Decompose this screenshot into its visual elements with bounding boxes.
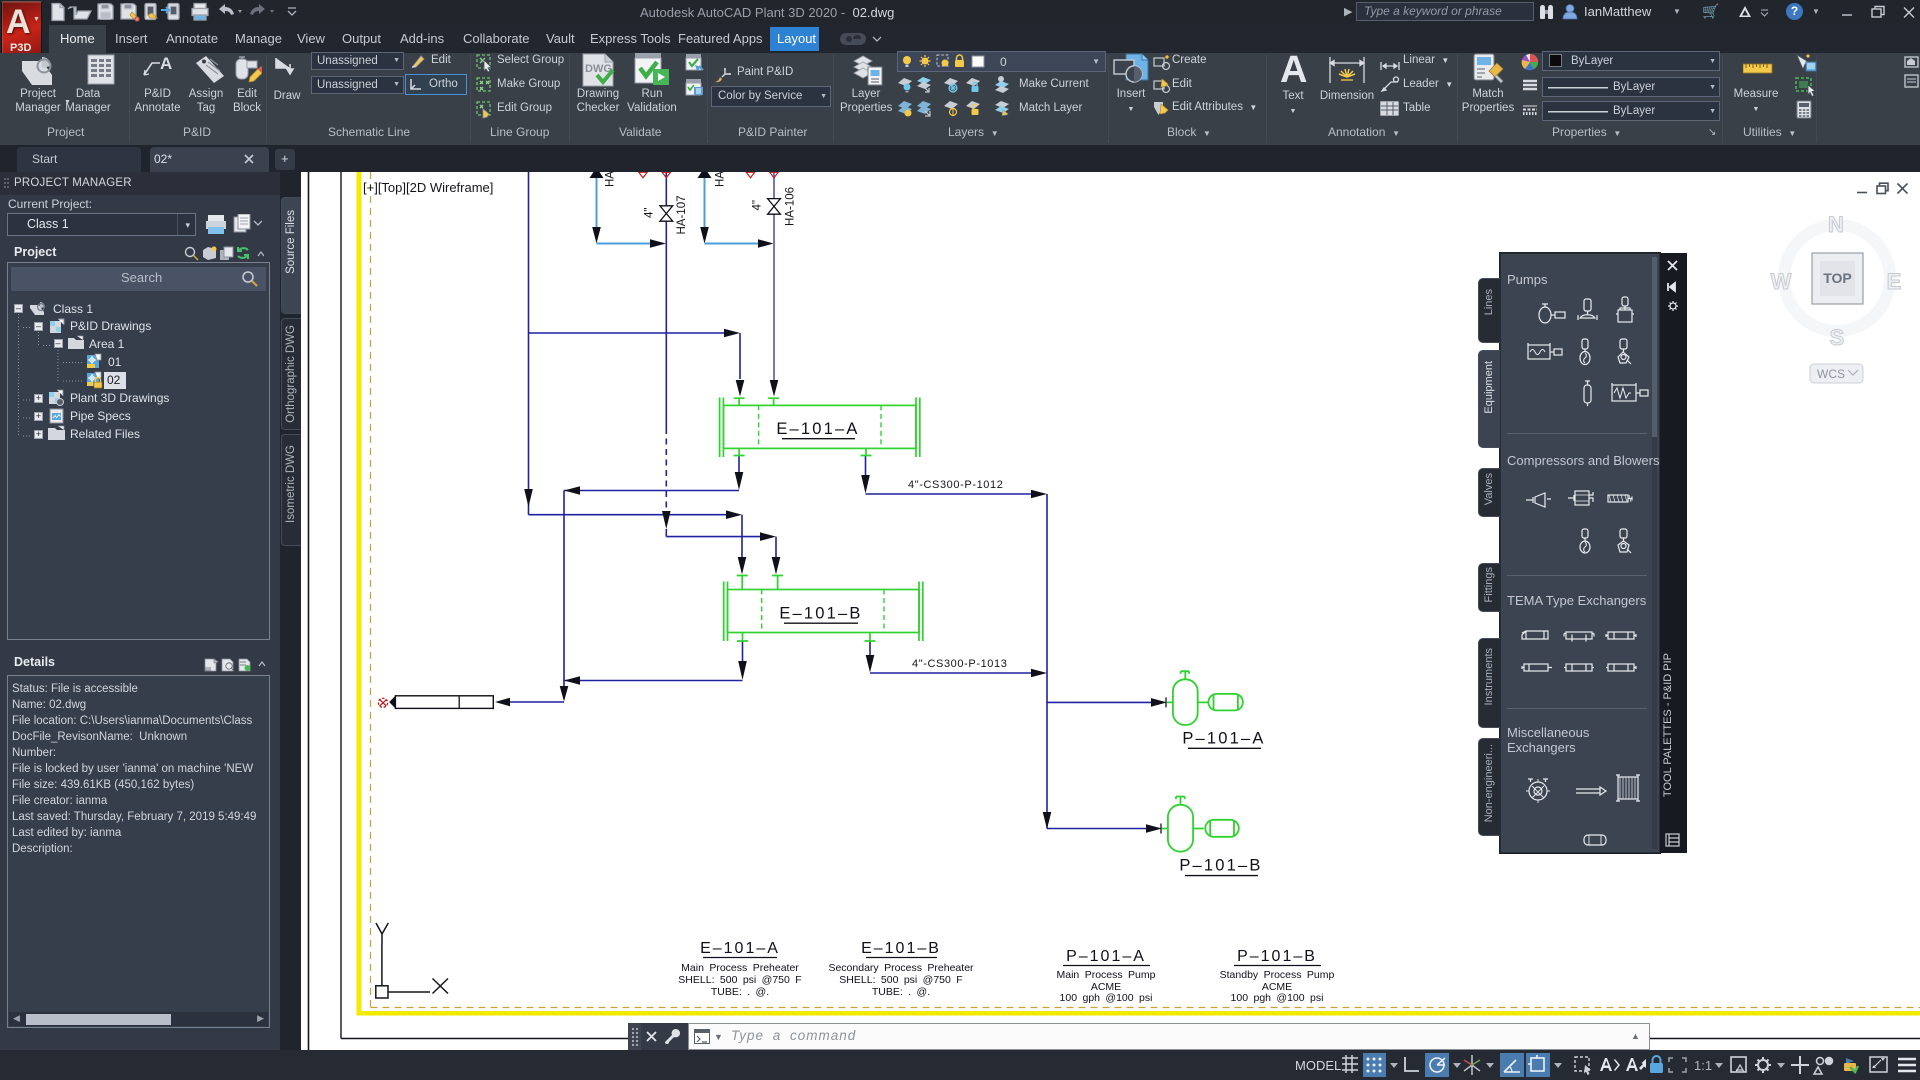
svg-text:E: E	[1887, 269, 1902, 294]
svg-text:A: A	[160, 54, 172, 73]
svg-text:Secondary Process Preheater: Secondary Process Preheater	[828, 962, 974, 974]
svg-text:4": 4"	[752, 200, 764, 210]
svg-text:E–101–B: E–101–B	[861, 940, 941, 957]
svg-text:[+][Top][2D Wireframe]: [+][Top][2D Wireframe]	[363, 180, 493, 195]
svg-text:SHELL: 500 psi @750 F: SHELL: 500 psi @750 F	[839, 974, 962, 986]
svg-text:HA: HA	[605, 172, 617, 187]
svg-text:4"-CS300-P-1013: 4"-CS300-P-1013	[912, 658, 1007, 670]
svg-text:Main Process Preheater: Main Process Preheater	[681, 962, 799, 974]
svg-text:HA: HA	[715, 172, 727, 187]
svg-text:P–101–B: P–101–B	[1179, 857, 1262, 875]
svg-text:SHELL: 500 psi @750 F: SHELL: 500 psi @750 F	[678, 974, 801, 986]
svg-text:N: N	[1828, 212, 1844, 237]
svg-text:E–101–A: E–101–A	[776, 420, 859, 438]
svg-text:100 pgh @100 psi: 100 pgh @100 psi	[1231, 992, 1324, 1004]
svg-text:Main Process Pump: Main Process Pump	[1057, 969, 1156, 981]
svg-text:4"-CS300-P-1012: 4"-CS300-P-1012	[908, 479, 1003, 491]
svg-text:HA-107: HA-107	[676, 196, 688, 235]
svg-text:E–101–A: E–101–A	[700, 940, 780, 957]
svg-text:1:1: 1:1	[1694, 1058, 1712, 1073]
svg-text:Standby Process Pump: Standby Process Pump	[1220, 969, 1335, 981]
svg-text:TUBE: . @.: TUBE: . @.	[872, 986, 930, 998]
svg-text:E–101–B: E–101–B	[779, 605, 862, 623]
svg-text:S: S	[1830, 325, 1845, 350]
svg-text:WCS: WCS	[1817, 367, 1845, 381]
svg-text:P–101–A: P–101–A	[1182, 730, 1265, 748]
svg-text:W: W	[1771, 269, 1792, 294]
svg-text:P–101–A: P–101–A	[1066, 948, 1146, 965]
svg-text:HA-106: HA-106	[785, 187, 797, 226]
svg-text:100 gph @100 psi: 100 gph @100 psi	[1060, 992, 1153, 1004]
svg-text:TOP: TOP	[1823, 270, 1852, 286]
svg-text:4": 4"	[644, 208, 656, 218]
svg-text:TUBE: . @.: TUBE: . @.	[711, 986, 769, 998]
svg-text:P–101–B: P–101–B	[1237, 948, 1317, 965]
